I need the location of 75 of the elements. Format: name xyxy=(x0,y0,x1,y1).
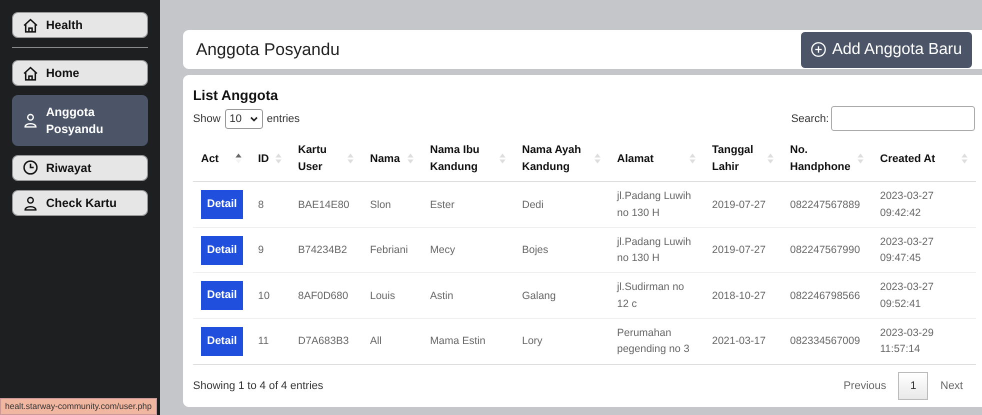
column-header[interactable]: Act xyxy=(201,150,219,168)
table-cell: 082247567990 xyxy=(782,227,872,273)
caret-icon xyxy=(250,116,258,122)
table-cell: D7A683B3 xyxy=(290,318,362,364)
table-cell: All xyxy=(362,318,422,364)
table-cell: Bojes xyxy=(514,227,609,273)
table-cell: 2019-07-27 xyxy=(704,182,782,228)
table-cell: 8 xyxy=(250,182,290,228)
column-header[interactable]: Nama xyxy=(370,150,400,168)
detail-button[interactable]: Detail xyxy=(201,190,243,220)
table-cell: BAE14E80 xyxy=(290,182,362,228)
brand-button[interactable]: Health xyxy=(12,12,148,38)
table-cell: 2023-03-27 09:52:41 xyxy=(872,272,976,318)
table-cell: Lory xyxy=(514,318,609,364)
table-cell: Mama Estin xyxy=(422,318,514,364)
table-cell: Astin xyxy=(422,272,514,318)
list-title: List Anggota xyxy=(193,86,280,106)
table-cell: 2023-03-27 09:47:45 xyxy=(872,227,976,273)
search-field[interactable] xyxy=(831,106,975,132)
table-cell: Louis xyxy=(362,272,422,318)
table-cell: 8AF0D680 xyxy=(290,272,362,318)
column-header[interactable]: Nama Ibu Kandung xyxy=(430,142,497,176)
table-cell: 2023-03-27 09:42:42 xyxy=(872,182,976,228)
page-link[interactable]: Next xyxy=(928,372,975,400)
table-cell: 2023-03-29 11:57:14 xyxy=(872,318,976,364)
column-header[interactable]: Nama Ayah Kandung xyxy=(522,142,592,176)
column-header[interactable]: Kartu User xyxy=(298,142,345,176)
person-icon xyxy=(23,113,38,128)
table-cell: 11 xyxy=(250,318,290,364)
sidebar-item[interactable]: Anggota Posyandu xyxy=(12,95,148,146)
table-cell: Ester xyxy=(422,182,514,228)
sidebar-item[interactable]: Home xyxy=(12,60,148,86)
entries-label: entries xyxy=(266,112,300,127)
table-cell: 082246798566 xyxy=(782,272,872,318)
table-cell: 082334567009 xyxy=(782,318,872,364)
table-cell: Galang xyxy=(514,272,609,318)
detail-button[interactable]: Detail xyxy=(201,236,243,265)
table-cell: jl.Sudirman no 12 c xyxy=(609,272,704,318)
table-cell: Mecy xyxy=(422,227,514,273)
detail-button[interactable]: Detail xyxy=(201,281,243,310)
table-cell: 2019-07-27 xyxy=(704,227,782,273)
house-icon xyxy=(23,18,38,33)
status-url: healt.starway-community.com/user.php xyxy=(0,398,157,415)
entries-select[interactable]: 10 xyxy=(224,108,263,130)
detail-button[interactable]: Detail xyxy=(201,326,243,356)
page-title: Anggota Posyandu xyxy=(196,38,340,61)
search-label: Search: xyxy=(791,112,829,127)
table-cell: Slon xyxy=(362,182,422,228)
table-cell: B74234B2 xyxy=(290,227,362,273)
clock-icon xyxy=(23,160,38,176)
person-icon xyxy=(23,196,38,211)
show-label: Show xyxy=(193,112,221,127)
page-link[interactable]: Previous xyxy=(831,372,898,400)
table-cell: Dedi xyxy=(514,182,609,228)
column-header[interactable]: Alamat xyxy=(617,150,654,168)
page-link[interactable]: 1 xyxy=(898,372,928,400)
house-icon xyxy=(23,66,38,81)
plus-circle-icon xyxy=(811,42,826,58)
column-header[interactable]: Created At xyxy=(880,150,936,168)
column-header[interactable]: Tanggal Lahir xyxy=(712,142,765,176)
table-cell: jl.Padang Luwih no 130 H xyxy=(609,227,704,273)
column-header[interactable]: No. Handphone xyxy=(790,142,855,176)
table-cell: 10 xyxy=(250,272,290,318)
table-cell: 082247567889 xyxy=(782,182,872,228)
table-cell: 2018-10-27 xyxy=(704,272,782,318)
sidebar-item[interactable]: Riwayat xyxy=(12,154,148,181)
table-cell: 2021-03-17 xyxy=(704,318,782,364)
table-cell: Febriani xyxy=(362,227,422,273)
add-member-button[interactable]: Add Anggota Baru xyxy=(801,32,972,68)
table-cell: jl.Padang Luwih no 130 H xyxy=(609,182,704,228)
table-cell: Perumahan pegending no 3 xyxy=(609,318,704,364)
sidebar-item[interactable]: Check Kartu xyxy=(12,190,148,216)
table-cell: 9 xyxy=(250,227,290,273)
entries-info: Showing 1 to 4 of 4 entries xyxy=(193,378,324,394)
column-header[interactable]: ID xyxy=(258,150,269,168)
